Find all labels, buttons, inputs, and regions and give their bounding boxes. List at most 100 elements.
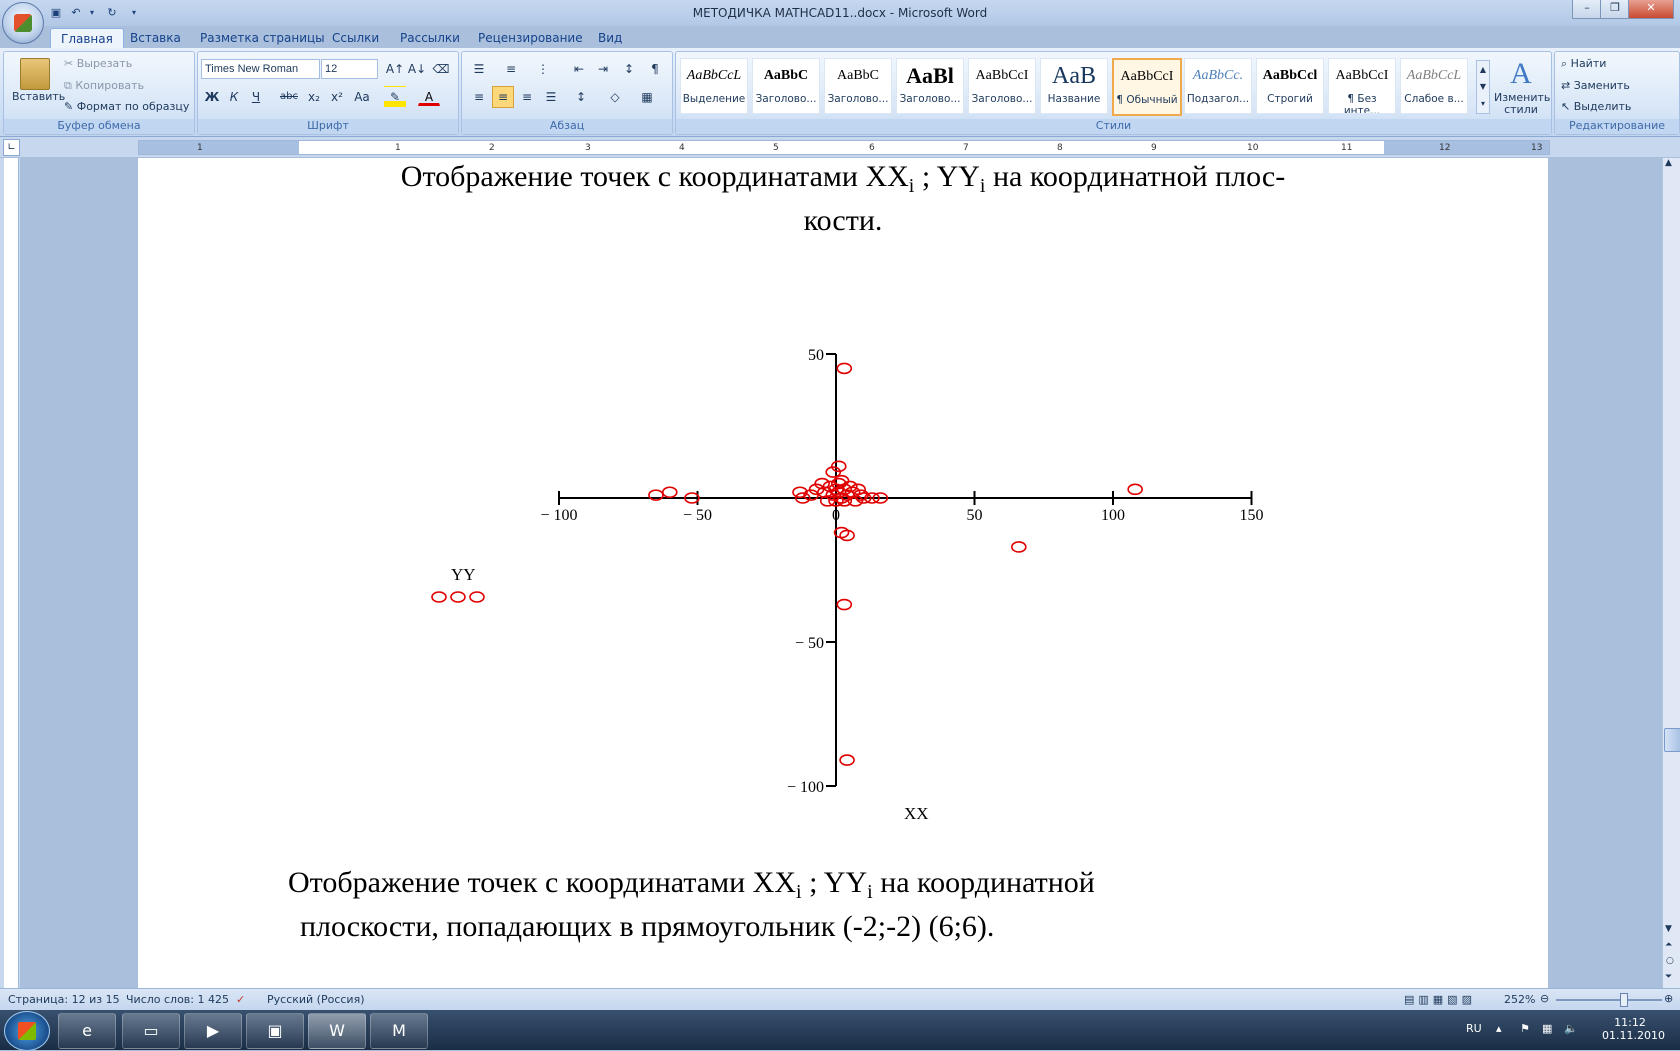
font-family-select[interactable]: Times New Roman [201, 59, 320, 79]
tab-page-layout[interactable]: Разметка страницы [190, 28, 335, 48]
grow-font-icon[interactable]: A↑ [384, 58, 406, 80]
previous-page-icon[interactable]: ⏶ [1665, 940, 1672, 950]
status-page[interactable]: Страница: 12 из 15 [8, 993, 120, 1006]
ie-icon[interactable]: e [58, 1013, 116, 1049]
align-left-icon[interactable]: ≡ [468, 86, 490, 108]
status-language[interactable]: Русский (Россия) [267, 993, 365, 1006]
font-color-icon[interactable]: A [418, 86, 440, 106]
increase-indent-icon[interactable]: ⇥ [592, 58, 614, 80]
tab-references[interactable]: Ссылки [322, 28, 389, 48]
scrollbar-thumb[interactable] [1664, 728, 1680, 752]
mathcad-taskbar-icon[interactable]: M [370, 1013, 428, 1049]
spellcheck-icon[interactable]: ✓ [236, 993, 245, 1006]
document-page[interactable]: Отображение точек с координатами XXi ; Y… [138, 158, 1548, 988]
minimize-button[interactable]: – [1572, 0, 1602, 19]
style-tile[interactable]: AaBl Заголово... [896, 58, 964, 114]
tab-review[interactable]: Рецензирование [468, 28, 593, 48]
style-sample: AaBbCcL [686, 68, 742, 83]
strikethrough-button[interactable]: abc [278, 86, 300, 108]
italic-button[interactable]: К [223, 86, 245, 108]
pilcrow-icon[interactable]: ¶ [644, 58, 666, 80]
change-styles-button[interactable]: A Изменить стили [1494, 56, 1550, 116]
explorer-icon[interactable]: ▭ [122, 1013, 180, 1049]
undo-icon[interactable]: ↶ [68, 5, 84, 20]
format-painter-button[interactable]: ✎ Формат по образцу [64, 97, 189, 117]
shrink-font-icon[interactable]: A↓ [406, 58, 428, 80]
style-tile[interactable]: AaBbCc. Подзагол... [1184, 58, 1252, 114]
change-case-button[interactable]: Aa [348, 86, 376, 108]
numbering-icon[interactable]: ≡ [500, 58, 522, 80]
style-name: Заголово... [899, 93, 961, 105]
save-icon[interactable]: ▣ [48, 5, 64, 20]
bullets-icon[interactable]: ☰ [468, 58, 490, 80]
floppy-app-icon[interactable]: ▣ [246, 1013, 304, 1049]
style-tile[interactable]: AaBbCcI ¶ Без инте... [1328, 58, 1396, 114]
zoom-in-icon[interactable]: ⊕ [1664, 992, 1673, 1005]
word-taskbar-icon[interactable]: W [308, 1013, 366, 1049]
view-buttons-icon[interactable]: ▤▥▦▧▨ [1404, 993, 1476, 1006]
font-size-select[interactable]: 12 [321, 59, 378, 79]
styles-scroll[interactable]: ▲ ▼ ▾ [1476, 60, 1490, 114]
tray-volume-icon[interactable]: 🔈 [1564, 1022, 1578, 1035]
borders-icon[interactable]: ▦ [636, 86, 658, 108]
find-button[interactable]: ⌕ Найти [1561, 54, 1606, 74]
shading-icon[interactable]: ◇ [604, 86, 626, 108]
status-words[interactable]: Число слов: 1 425 [126, 993, 229, 1006]
style-tile[interactable]: AaBbC Заголово... [824, 58, 892, 114]
zoom-slider[interactable] [1556, 999, 1662, 1001]
superscript-button[interactable]: x² [326, 86, 348, 108]
subscript-button[interactable]: x₂ [303, 86, 325, 108]
tab-home[interactable]: Главная [50, 28, 124, 49]
zoom-out-icon[interactable]: ⊖ [1540, 992, 1549, 1005]
align-center-icon[interactable]: ≡ [492, 86, 514, 108]
restore-button[interactable]: ❐ [1600, 0, 1630, 19]
underline-button[interactable]: Ч [245, 86, 267, 108]
tray-flag-icon[interactable]: ⚑ [1520, 1022, 1530, 1035]
zoom-slider-handle[interactable] [1620, 993, 1628, 1007]
tray-expand-icon[interactable]: ▴ [1496, 1022, 1502, 1035]
sort-icon[interactable]: ↕ [618, 58, 640, 80]
style-tile[interactable]: AaBbC Заголово... [752, 58, 820, 114]
clear-format-icon[interactable]: ⌫ [430, 58, 452, 80]
justify-icon[interactable]: ☰ [540, 86, 562, 108]
tab-view[interactable]: Вид [588, 28, 632, 48]
style-tile[interactable]: AaB Название [1040, 58, 1108, 114]
style-tile[interactable]: AaBbCcI ¶ Обычный [1112, 58, 1182, 116]
tray-language[interactable]: RU [1466, 1022, 1482, 1035]
scatter-plot[interactable]: − 100 − 50 0 50 100 150 50 − 50 − 100 YY XX [138, 158, 1548, 988]
style-tile[interactable]: AaBbCcl Строгий [1256, 58, 1324, 114]
tab-mailings[interactable]: Рассылки [390, 28, 470, 48]
bold-button[interactable]: Ж [201, 86, 223, 108]
style-tile[interactable]: AaBbCcI Заголово... [968, 58, 1036, 114]
replace-button[interactable]: ⇄ Заменить [1561, 76, 1630, 96]
horizontal-ruler[interactable]: 1 1 2 3 4 5 6 7 8 9 10 11 12 13 [138, 140, 1550, 155]
start-button[interactable] [4, 1011, 50, 1051]
scroll-down-icon[interactable]: ▼ [1665, 924, 1672, 934]
next-page-icon[interactable]: ⏷ [1665, 972, 1672, 982]
tray-network-icon[interactable]: ▦ [1542, 1022, 1552, 1035]
qat-customize-icon[interactable]: ▾ [126, 5, 142, 20]
align-right-icon[interactable]: ≡ [516, 86, 538, 108]
multilevel-list-icon[interactable]: ⋮ [532, 58, 554, 80]
decrease-indent-icon[interactable]: ⇤ [568, 58, 590, 80]
copy-button[interactable]: ⧉ Копировать [64, 76, 144, 96]
cut-button[interactable]: ✂ Вырезать [64, 54, 132, 74]
status-zoom[interactable]: 252% [1504, 993, 1535, 1006]
scroll-up-icon[interactable]: ▲ [1665, 158, 1672, 168]
highlight-icon[interactable]: ✎ [384, 86, 406, 108]
select-browse-object-icon[interactable]: ○ [1666, 956, 1674, 966]
tab-selector-icon[interactable]: ∟ [3, 139, 20, 156]
undo-dropdown-icon[interactable]: ▾ [84, 5, 100, 20]
line-spacing-icon[interactable]: ↕ [570, 86, 592, 108]
close-button[interactable]: ✕ [1628, 0, 1674, 19]
vertical-scrollbar[interactable]: ▲ ▼ ⏶ ○ ⏷ [1662, 158, 1680, 988]
paste-button[interactable]: Вставить [12, 58, 65, 118]
style-tile[interactable]: AaBbCcL Выделение [680, 58, 748, 114]
style-tile[interactable]: AaBbCcL Слабое в... [1400, 58, 1468, 114]
media-player-icon[interactable]: ▶ [184, 1013, 242, 1049]
tray-clock[interactable]: 11:12 01.11.2010 [1602, 1016, 1665, 1042]
select-button[interactable]: ↖ Выделить [1561, 97, 1631, 117]
tab-insert[interactable]: Вставка [120, 28, 191, 48]
redo-icon[interactable]: ↻ [104, 5, 120, 20]
vertical-ruler[interactable] [0, 158, 20, 988]
